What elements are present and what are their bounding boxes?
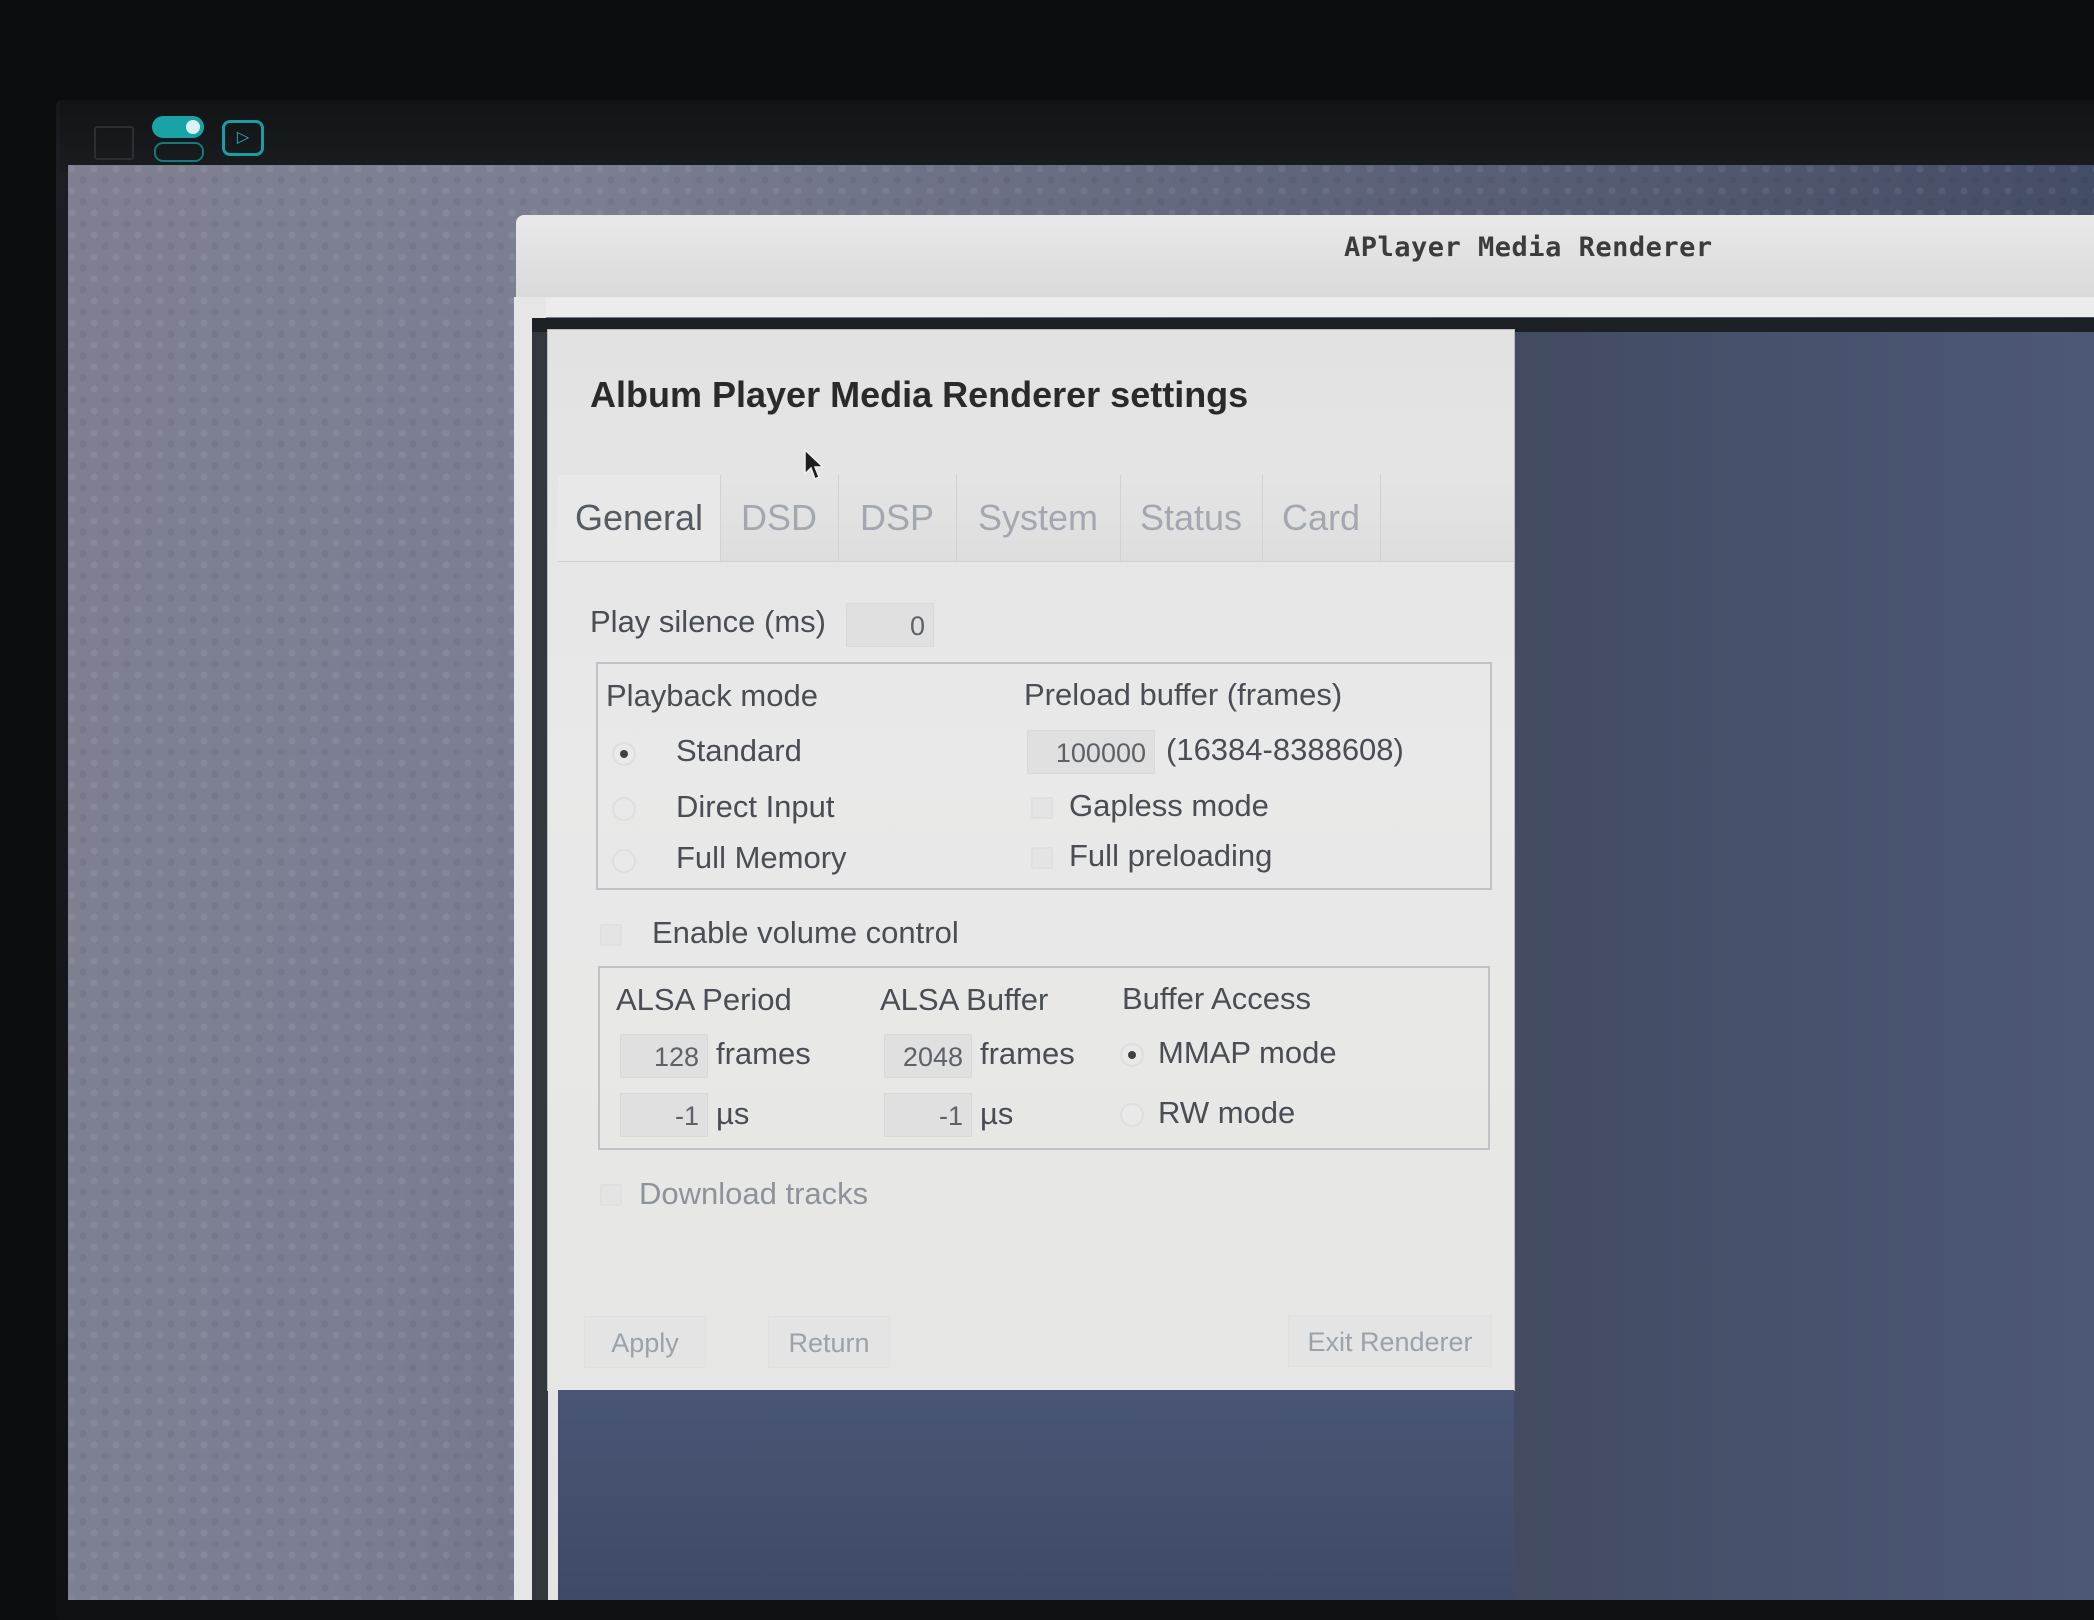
alsa-period-frames-unit: frames xyxy=(716,1036,811,1071)
full-preloading-checkbox[interactable] xyxy=(1031,847,1053,869)
radio-mmap-mode[interactable] xyxy=(1120,1043,1144,1067)
preload-buffer-range: (16384-8388608) xyxy=(1166,732,1404,767)
tab-dsp[interactable]: DSP xyxy=(838,475,957,561)
play-silence-label: Play silence (ms) xyxy=(590,604,826,639)
radio-direct-input[interactable] xyxy=(612,797,636,821)
radio-mmap-mode-label[interactable]: MMAP mode xyxy=(1158,1035,1337,1071)
alsa-buffer-frames-unit: frames xyxy=(980,1036,1075,1071)
alsa-period-us-unit: µs xyxy=(716,1096,750,1131)
gapless-label[interactable]: Gapless mode xyxy=(1069,788,1269,824)
tab-system[interactable]: System xyxy=(956,475,1121,561)
preload-buffer-input[interactable]: 100000 xyxy=(1027,730,1155,774)
window-icon[interactable] xyxy=(94,126,134,160)
tab-status[interactable]: Status xyxy=(1120,475,1263,561)
tab-card[interactable]: Card xyxy=(1262,475,1381,561)
radio-full-memory[interactable] xyxy=(612,849,636,873)
dialog-title: Album Player Media Renderer settings xyxy=(590,374,1249,415)
radio-rw-mode[interactable] xyxy=(1120,1103,1144,1127)
alsa-buffer-us-unit: µs xyxy=(980,1096,1014,1131)
full-preloading-label[interactable]: Full preloading xyxy=(1069,838,1272,874)
download-tracks-checkbox[interactable] xyxy=(600,1184,622,1206)
alsa-period-frames-input[interactable]: 128 xyxy=(620,1034,708,1078)
return-button[interactable]: Return xyxy=(768,1316,890,1368)
download-tracks-label[interactable]: Download tracks xyxy=(639,1176,868,1212)
exit-renderer-button[interactable]: Exit Renderer xyxy=(1288,1315,1492,1367)
dialog-left-strip xyxy=(548,1390,558,1600)
alsa-buffer-us-input[interactable]: -1 xyxy=(884,1093,972,1137)
radio-direct-input-label[interactable]: Direct Input xyxy=(676,789,835,825)
toggle-icon[interactable] xyxy=(152,116,204,162)
tab-dsd[interactable]: DSD xyxy=(720,475,839,561)
window-title: APlayer Media Renderer xyxy=(1344,232,1713,263)
dialog-below-area xyxy=(558,1390,1514,1600)
top-panel xyxy=(60,100,2094,172)
tab-general[interactable]: General xyxy=(558,475,721,561)
play-silence-input[interactable]: 0 xyxy=(846,603,934,647)
preload-buffer-label: Preload buffer (frames) xyxy=(1024,677,1343,712)
radio-standard[interactable] xyxy=(612,742,636,766)
radio-rw-mode-label[interactable]: RW mode xyxy=(1158,1095,1295,1131)
volume-control-checkbox[interactable] xyxy=(600,924,622,946)
alsa-buffer-label: ALSA Buffer xyxy=(880,982,1049,1017)
radio-standard-label[interactable]: Standard xyxy=(676,733,802,769)
gapless-checkbox[interactable] xyxy=(1031,797,1053,819)
play-icon[interactable]: ▷ xyxy=(222,120,264,156)
playback-mode-label: Playback mode xyxy=(606,678,818,713)
radio-full-memory-label[interactable]: Full Memory xyxy=(676,840,847,876)
window-frame xyxy=(516,297,2094,317)
alsa-buffer-frames-input[interactable]: 2048 xyxy=(884,1034,972,1078)
alsa-period-label: ALSA Period xyxy=(616,982,792,1017)
mouse-pointer-icon xyxy=(804,448,825,481)
apply-button[interactable]: Apply xyxy=(584,1316,706,1368)
tab-bar: General DSD DSP System Status Card xyxy=(558,475,1514,562)
buffer-access-label: Buffer Access xyxy=(1122,981,1311,1016)
volume-control-label[interactable]: Enable volume control xyxy=(652,915,959,951)
window-titlebar[interactable] xyxy=(516,215,2094,299)
alsa-period-us-input[interactable]: -1 xyxy=(620,1093,708,1137)
